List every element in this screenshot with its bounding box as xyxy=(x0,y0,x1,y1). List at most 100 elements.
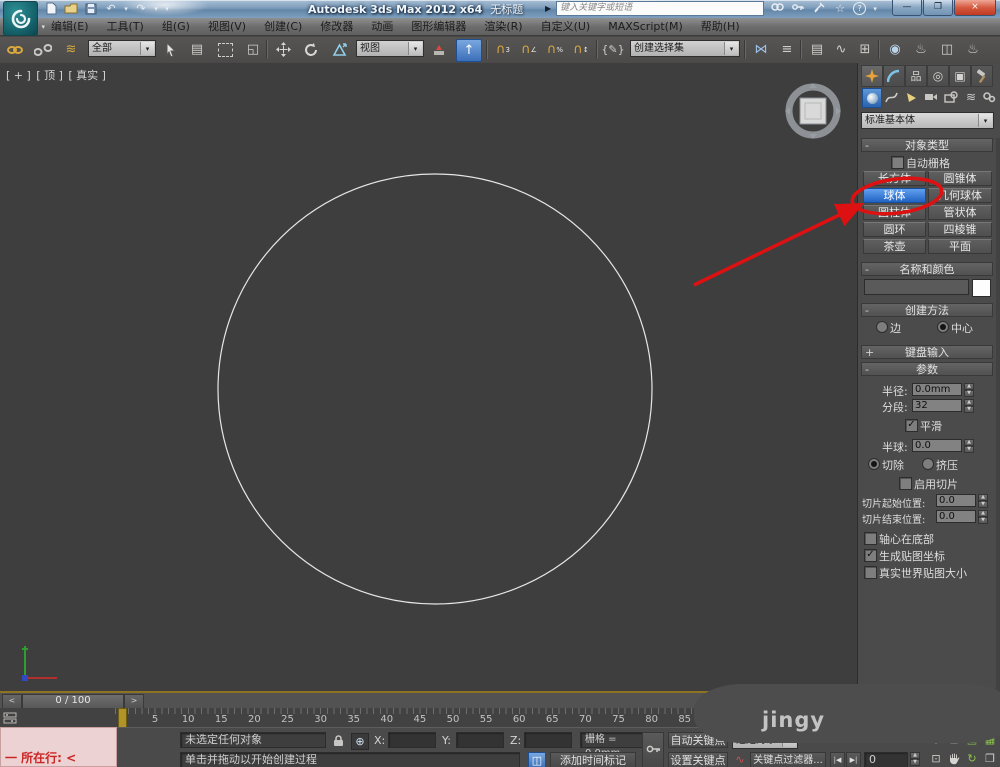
search-expand-arrow[interactable]: ▶ xyxy=(545,4,551,13)
go-to-end-button[interactable]: ▶| xyxy=(846,752,861,767)
rollout-parameters[interactable]: - 参数 xyxy=(861,362,993,376)
button-cone[interactable]: 圆锥体 xyxy=(928,171,992,186)
bind-to-spacewarp-icon[interactable]: ≋ xyxy=(60,39,82,60)
button-cylinder[interactable]: 圆柱体 xyxy=(863,205,926,220)
snaps-toggle-icon[interactable]: ∩ 3 xyxy=(492,39,514,60)
category-cameras[interactable] xyxy=(922,88,940,106)
angle-snap-icon[interactable]: ∩ ∠ xyxy=(518,39,540,60)
category-spacewarps[interactable]: ≋ xyxy=(962,88,980,106)
tab-display[interactable]: ▣ xyxy=(949,65,971,87)
previous-frame-button[interactable]: < xyxy=(2,694,22,709)
button-pyramid[interactable]: 四棱锥 xyxy=(928,222,992,237)
rollout-object-type[interactable]: - 对象类型 xyxy=(861,138,993,152)
select-and-move-icon[interactable] xyxy=(272,39,294,60)
mirror-icon[interactable]: ⋈ xyxy=(750,39,772,60)
slice-from-field[interactable]: 0.0 xyxy=(936,494,976,507)
button-box[interactable]: 长方体 xyxy=(863,171,926,186)
set-keys-button[interactable] xyxy=(642,732,664,767)
undo-button[interactable]: ↶ xyxy=(102,1,120,16)
pan-hand-icon[interactable] xyxy=(946,751,962,766)
frame-spinner[interactable]: ▲ ▼ xyxy=(910,752,920,766)
redo-button[interactable]: ↷ xyxy=(132,1,150,16)
application-menu-button[interactable]: ▾ xyxy=(3,1,45,36)
button-geosphere[interactable]: 几何球体 xyxy=(928,188,992,203)
add-time-tag-button[interactable]: 添加时间标记 xyxy=(550,752,636,767)
dropdown-arrow-icon[interactable]: ▾ xyxy=(724,42,738,55)
tab-create[interactable] xyxy=(861,65,883,87)
current-frame-field[interactable]: 0 xyxy=(864,752,908,767)
chop-radio[interactable] xyxy=(868,458,880,470)
align-icon[interactable]: ≡ xyxy=(776,39,798,60)
object-color-swatch[interactable] xyxy=(972,279,991,297)
z-coordinate-field[interactable] xyxy=(524,732,572,748)
keyboard-shortcut-override-icon[interactable]: ↑ xyxy=(456,39,482,62)
dropdown-arrow-icon[interactable]: ▾ xyxy=(978,114,992,127)
real-world-map-checkbox[interactable] xyxy=(864,566,877,579)
key-filters-button[interactable]: 关键点过滤器... xyxy=(750,752,826,767)
select-and-rotate-icon[interactable] xyxy=(300,39,322,60)
segments-spinner[interactable]: ▲ ▼ xyxy=(964,399,974,413)
button-plane[interactable]: 平面 xyxy=(928,239,992,254)
squash-radio[interactable] xyxy=(922,458,934,470)
selection-lock-icon[interactable] xyxy=(330,733,346,748)
base-to-pivot-checkbox[interactable] xyxy=(864,532,877,545)
menu-views[interactable]: 视图(V) xyxy=(199,18,255,36)
hemisphere-field[interactable]: 0.0 xyxy=(912,439,962,452)
object-category-dropdown[interactable]: 标准基本体 ▾ xyxy=(861,112,994,129)
slice-to-field[interactable]: 0.0 xyxy=(936,510,976,523)
menu-group[interactable]: 组(G) xyxy=(153,18,199,36)
dropdown-arrow-icon[interactable]: ▾ xyxy=(140,42,154,55)
tab-modify[interactable] xyxy=(883,65,905,87)
autogrid-checkbox[interactable] xyxy=(891,156,904,169)
rectangular-selection-region-icon[interactable] xyxy=(214,39,236,60)
menu-help[interactable]: 帮助(H) xyxy=(692,18,749,36)
select-and-scale-icon[interactable] xyxy=(328,39,350,60)
category-helpers[interactable] xyxy=(942,88,960,106)
help-dropdown-arrow[interactable]: ▾ xyxy=(871,5,879,13)
hemisphere-spinner[interactable]: ▲ ▼ xyxy=(964,439,974,453)
dropdown-arrow-icon[interactable]: ▾ xyxy=(408,42,422,55)
go-to-start-button[interactable]: |◀ xyxy=(830,752,845,767)
spinner-snap-icon[interactable]: ∩ ↕ xyxy=(570,39,592,60)
percent-snap-icon[interactable]: ∩% xyxy=(544,39,566,60)
y-coordinate-field[interactable] xyxy=(456,732,504,748)
use-pivot-point-icon[interactable] xyxy=(428,39,450,60)
key-icon[interactable] xyxy=(790,2,806,15)
category-lights[interactable] xyxy=(902,88,920,106)
viewcube[interactable] xyxy=(783,81,843,141)
undo-dropdown-arrow[interactable]: ▾ xyxy=(122,1,130,16)
new-file-button[interactable] xyxy=(42,1,60,16)
new-key-mode-icon[interactable]: ∿ xyxy=(732,752,748,767)
smooth-checkbox[interactable]: ✓ xyxy=(905,419,918,432)
render-setup-icon[interactable]: ♨ xyxy=(910,39,932,60)
viewcube-top-face[interactable] xyxy=(799,97,827,125)
menu-rendering[interactable]: 渲染(R) xyxy=(475,18,531,36)
next-frame-button[interactable]: > xyxy=(124,694,144,709)
time-slider-handle[interactable]: 0 / 100 xyxy=(22,694,124,709)
field-of-view-icon[interactable]: ⊡ xyxy=(928,751,944,766)
edit-named-selection-sets-icon[interactable]: {✎} xyxy=(601,39,624,60)
segments-field[interactable]: 32 xyxy=(912,399,962,412)
communication-center-icon[interactable] xyxy=(811,2,827,16)
selection-filter-dropdown[interactable]: 全部 ▾ xyxy=(88,40,156,57)
search-input[interactable]: 键入关键字或短语 xyxy=(556,1,765,16)
slice-to-spinner[interactable]: ▲ ▼ xyxy=(978,510,988,524)
quick-access-overflow[interactable]: ▾ xyxy=(162,1,172,16)
window-crossing-icon[interactable]: ◱ xyxy=(242,39,264,60)
layer-manager-icon[interactable]: ▤ xyxy=(806,39,828,60)
radius-field[interactable]: 0.0mm xyxy=(912,383,962,396)
material-editor-icon[interactable]: ◉ xyxy=(884,39,906,60)
menu-animation[interactable]: 动画 xyxy=(362,18,402,36)
creation-center-radio[interactable] xyxy=(937,321,949,333)
current-frame-marker[interactable] xyxy=(118,708,127,729)
named-selection-sets-dropdown[interactable]: 创建选择集 ▾ xyxy=(630,40,740,57)
enable-slice-checkbox[interactable] xyxy=(899,477,912,490)
rollout-name-color[interactable]: - 名称和颜色 xyxy=(861,262,993,276)
maximize-button[interactable]: ❐ xyxy=(923,0,953,16)
rollout-scrollbar[interactable] xyxy=(996,138,1000,698)
slice-from-spinner[interactable]: ▲ ▼ xyxy=(978,494,988,508)
button-sphere[interactable]: 球体 xyxy=(863,188,926,203)
rendered-frame-window-icon[interactable]: ◫ xyxy=(936,39,958,60)
button-tube[interactable]: 管状体 xyxy=(928,205,992,220)
button-torus[interactable]: 圆环 xyxy=(863,222,926,237)
